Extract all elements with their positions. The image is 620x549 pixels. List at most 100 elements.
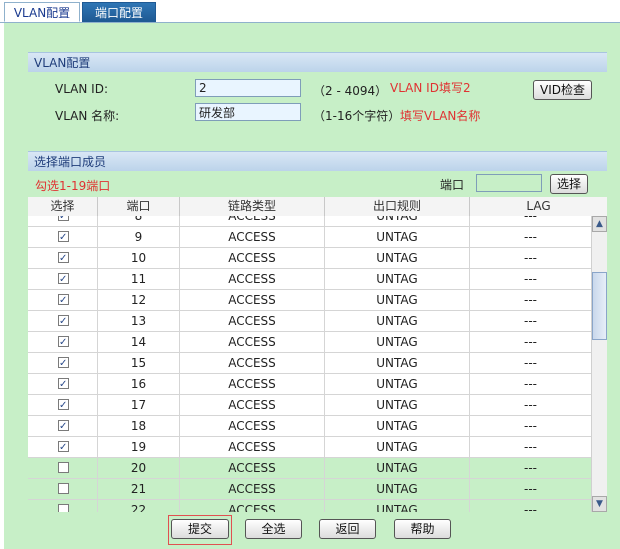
table-row: 15ACCESSUNTAG --- xyxy=(28,353,591,374)
egress-cell: UNTAG xyxy=(325,269,470,289)
port-checkbox[interactable] xyxy=(58,354,69,374)
port-cell: 9 xyxy=(98,227,180,247)
table-header: 选择 端口 链路类型 出口规则 LAG xyxy=(28,197,607,217)
help-button[interactable]: 帮助 xyxy=(394,519,451,539)
link-cell: ACCESS xyxy=(180,374,325,394)
port-checkbox[interactable] xyxy=(58,249,69,269)
select-cell xyxy=(28,290,98,311)
lag-cell: --- xyxy=(524,440,537,454)
vlan-id-note: VLAN ID填写2 xyxy=(390,81,471,95)
lag-cell: --- xyxy=(524,356,537,370)
table-row: 21 ACCESS UNTAG --- xyxy=(28,479,591,500)
port-cell: 21 xyxy=(98,479,180,499)
vid-check-button[interactable]: VID检查 xyxy=(533,80,592,100)
port-checkbox[interactable] xyxy=(58,483,69,494)
port-cell: 13 xyxy=(98,311,180,331)
select-cell xyxy=(28,437,98,458)
port-checkbox[interactable] xyxy=(58,438,69,458)
scroll-up-icon[interactable]: ▲ xyxy=(592,216,607,232)
port-cell: 19 xyxy=(98,437,180,457)
port-checkbox[interactable] xyxy=(58,462,69,473)
select-cell xyxy=(28,332,98,353)
link-cell: ACCESS xyxy=(180,332,325,352)
vlan-id-input[interactable] xyxy=(195,79,301,97)
link-cell: ACCESS xyxy=(180,395,325,415)
lag-cell: --- xyxy=(524,251,537,265)
vlan-id-label: VLAN ID: xyxy=(55,82,108,96)
port-checkbox[interactable] xyxy=(58,417,69,437)
select-cell xyxy=(28,269,98,290)
link-cell: ACCESS xyxy=(180,458,325,478)
link-cell: ACCESS xyxy=(180,216,325,226)
back-button[interactable]: 返回 xyxy=(319,519,376,539)
port-input[interactable] xyxy=(476,174,542,192)
table-row: 13ACCESSUNTAG --- xyxy=(28,311,591,332)
port-checkbox[interactable] xyxy=(58,216,69,227)
egress-cell: UNTAG xyxy=(325,458,470,478)
port-checkbox[interactable] xyxy=(58,228,69,248)
lag-cell: --- xyxy=(524,230,537,244)
link-cell: ACCESS xyxy=(180,311,325,331)
table-scrollbar[interactable]: ▲ ▼ xyxy=(591,216,607,512)
port-checkbox[interactable] xyxy=(58,312,69,332)
lag-cell: --- xyxy=(524,335,537,349)
port-cell: 11 xyxy=(98,269,180,289)
select-cell xyxy=(28,311,98,332)
link-cell: ACCESS xyxy=(180,416,325,436)
lag-cell: --- xyxy=(524,272,537,286)
link-cell: ACCESS xyxy=(180,227,325,247)
lag-cell: --- xyxy=(524,293,537,307)
port-cell: 14 xyxy=(98,332,180,352)
col-header-lag: LAG xyxy=(526,199,551,213)
select-cell xyxy=(28,374,98,395)
col-header-link-type: 链路类型 xyxy=(180,197,325,216)
port-cell: 8 xyxy=(98,216,180,226)
table-row: 12ACCESSUNTAG --- xyxy=(28,290,591,311)
link-cell: ACCESS xyxy=(180,479,325,499)
submit-button[interactable]: 提交 xyxy=(171,519,229,539)
lag-cell: --- xyxy=(524,377,537,391)
port-table-body: 8ACCESSUNTAG---9ACCESSUNTAG---10ACCESSUN… xyxy=(28,216,591,512)
port-checkbox[interactable] xyxy=(58,333,69,353)
select-cell xyxy=(28,353,98,374)
port-cell: 10 xyxy=(98,248,180,268)
lag-cell: --- xyxy=(524,398,537,412)
table-row: 14ACCESSUNTAG --- xyxy=(28,332,591,353)
select-cell xyxy=(28,479,98,499)
egress-cell: UNTAG xyxy=(325,227,470,247)
select-cell xyxy=(28,227,98,248)
tab-vlan-config[interactable]: VLAN配置 xyxy=(4,2,80,22)
link-cell: ACCESS xyxy=(180,437,325,457)
port-checkbox[interactable] xyxy=(58,291,69,311)
egress-cell: UNTAG xyxy=(325,500,470,512)
tab-port-config[interactable]: 端口配置 xyxy=(82,2,156,22)
egress-cell: UNTAG xyxy=(325,216,470,226)
vlan-id-range: （2 - 4094） xyxy=(313,84,388,98)
port-select-button[interactable]: 选择 xyxy=(550,174,588,194)
link-cell: ACCESS xyxy=(180,269,325,289)
select-all-button[interactable]: 全选 xyxy=(245,519,302,539)
table-row: 17ACCESSUNTAG --- xyxy=(28,395,591,416)
egress-cell: UNTAG xyxy=(325,395,470,415)
scroll-down-icon[interactable]: ▼ xyxy=(592,496,607,512)
scroll-thumb[interactable] xyxy=(592,272,607,340)
vlan-name-range: （1-16个字符） xyxy=(313,109,401,123)
tab-bar: VLAN配置 端口配置 xyxy=(0,0,620,23)
port-checkbox[interactable] xyxy=(58,375,69,395)
col-header-port: 端口 xyxy=(98,197,180,216)
port-label: 端口 xyxy=(440,178,465,192)
vlan-name-input[interactable] xyxy=(195,103,301,121)
egress-cell: UNTAG xyxy=(325,353,470,373)
select-cell xyxy=(28,216,98,227)
egress-cell: UNTAG xyxy=(325,479,470,499)
egress-cell: UNTAG xyxy=(325,311,470,331)
port-cell: 18 xyxy=(98,416,180,436)
member-section-header: 选择端口成员 xyxy=(28,151,607,171)
port-checkbox[interactable] xyxy=(58,396,69,416)
port-checkbox[interactable] xyxy=(58,270,69,290)
port-cell: 12 xyxy=(98,290,180,310)
vlan-section-header: VLAN配置 xyxy=(28,52,607,72)
port-checkbox[interactable] xyxy=(58,504,69,512)
table-row: 19ACCESSUNTAG --- xyxy=(28,437,591,458)
lag-cell: --- xyxy=(524,216,537,223)
